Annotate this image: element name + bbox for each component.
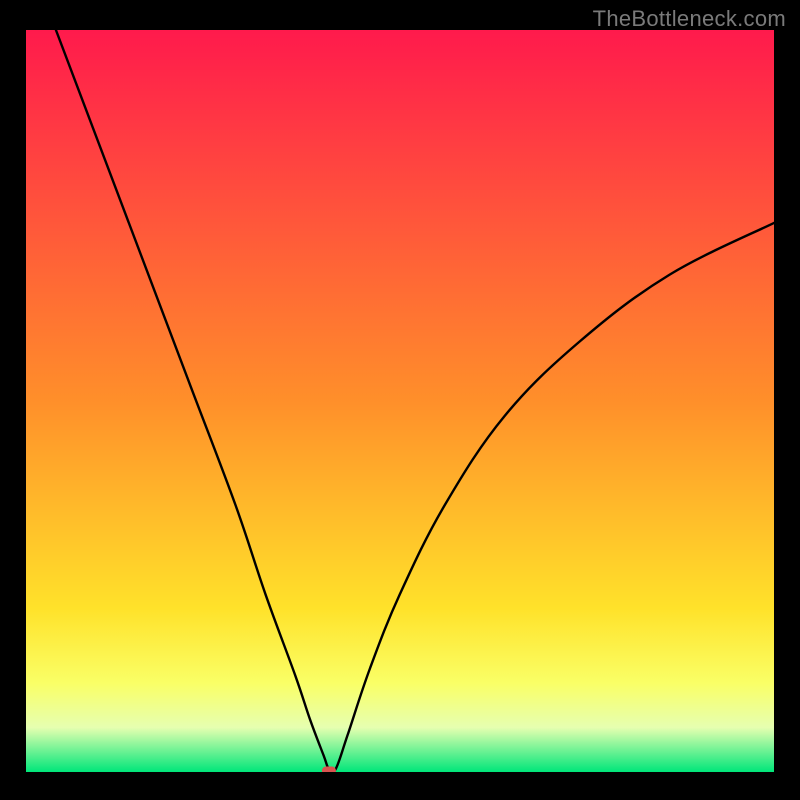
- bottleneck-chart: [26, 30, 774, 772]
- optimal-point-marker: [322, 767, 336, 772]
- gradient-background: [26, 30, 774, 772]
- attribution-text: TheBottleneck.com: [593, 6, 786, 32]
- chart-svg: [26, 30, 774, 772]
- chart-frame: TheBottleneck.com: [0, 0, 800, 800]
